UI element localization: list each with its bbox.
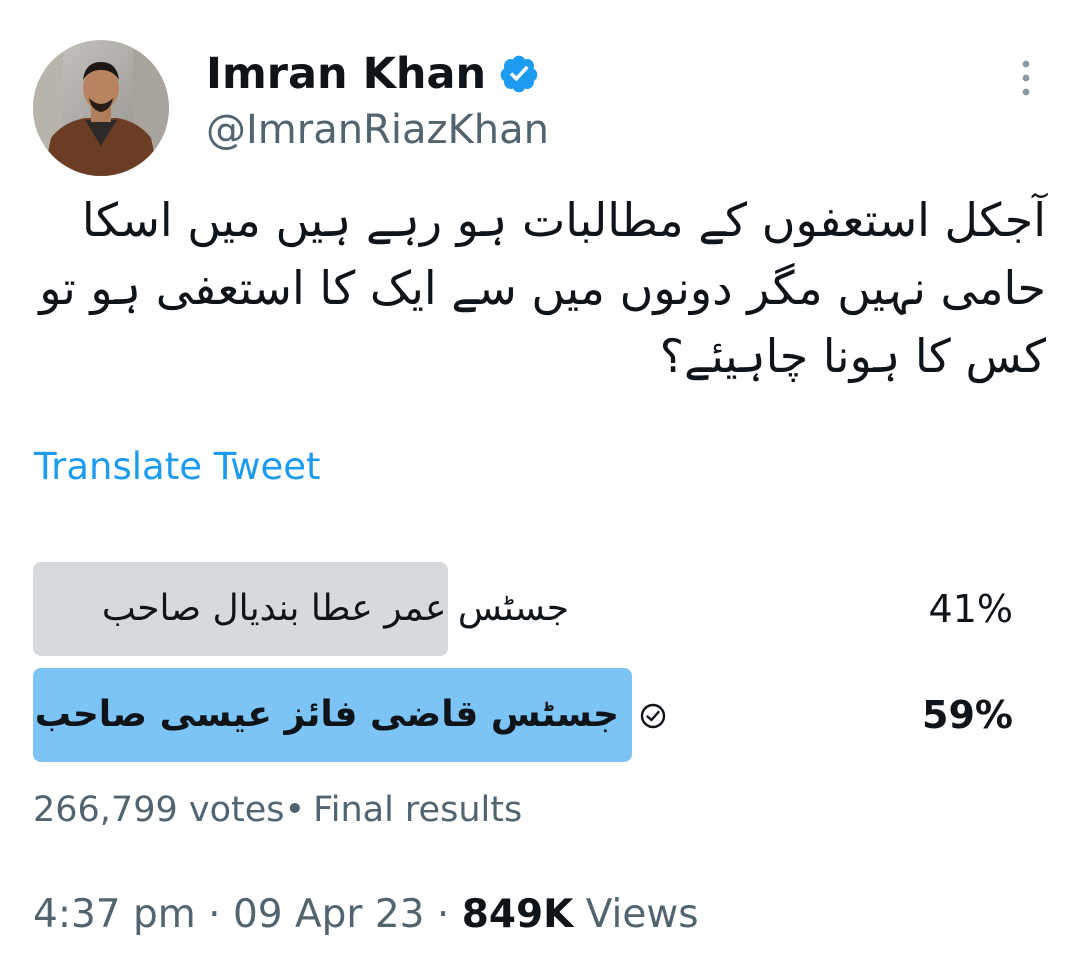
separator-dot: •	[284, 790, 306, 830]
tweet-time: 4:37 pm	[33, 892, 196, 937]
poll-option-percent: 41%	[928, 587, 1013, 631]
tweet-date: 09 Apr 23	[232, 892, 425, 937]
poll-status: Final results	[313, 790, 523, 830]
poll-option-percent: 59%	[922, 693, 1013, 737]
tweet-text-line: کس کا ہونا چاہیئے؟	[659, 329, 1046, 383]
tweet-text-line: آجکل استعفوں کے مطالبات ہو رہے ہیں میں ا…	[81, 193, 1046, 247]
poll-option-label: جسٹس عمر عطا بندیال صاحب	[101, 588, 569, 629]
poll-option-2: جسٹس قاضی فائز عیسی صاحب 59%	[33, 668, 1047, 762]
tweet-text-line: حامی نہیں مگر دونوں میں سے ایک کا استعفی…	[39, 261, 1046, 315]
poll-vote-count: 266,799 votes	[33, 790, 285, 830]
more-options-icon[interactable]	[1012, 56, 1040, 100]
views-count[interactable]: 849K	[462, 892, 574, 937]
check-circle-icon	[640, 703, 666, 729]
verified-badge-icon	[498, 53, 540, 95]
profile-photo	[33, 40, 169, 176]
poll-option-label: جسٹس قاضی فائز عیسی صاحب	[34, 694, 619, 735]
display-name[interactable]: Imran Khan	[206, 46, 540, 102]
separator-dot: ·	[436, 892, 450, 937]
avatar[interactable]	[33, 40, 169, 176]
views-label: Views	[585, 892, 699, 937]
translate-tweet-link[interactable]: Translate Tweet	[34, 443, 321, 491]
tweet-text: آجکل استعفوں کے مطالبات ہو رہے ہیں میں ا…	[36, 186, 1046, 390]
display-name-text: Imran Khan	[206, 49, 487, 99]
poll-option-1: جسٹس عمر عطا بندیال صاحب 41%	[33, 562, 1047, 656]
username-handle[interactable]: @ImranRiazKhan	[206, 104, 549, 156]
poll-meta: 266,799 votes• Final results	[33, 786, 522, 834]
separator-dot: ·	[208, 892, 221, 937]
tweet-timestamp[interactable]: 4:37 pm · 09 Apr 23 · 849K Views	[33, 888, 699, 942]
